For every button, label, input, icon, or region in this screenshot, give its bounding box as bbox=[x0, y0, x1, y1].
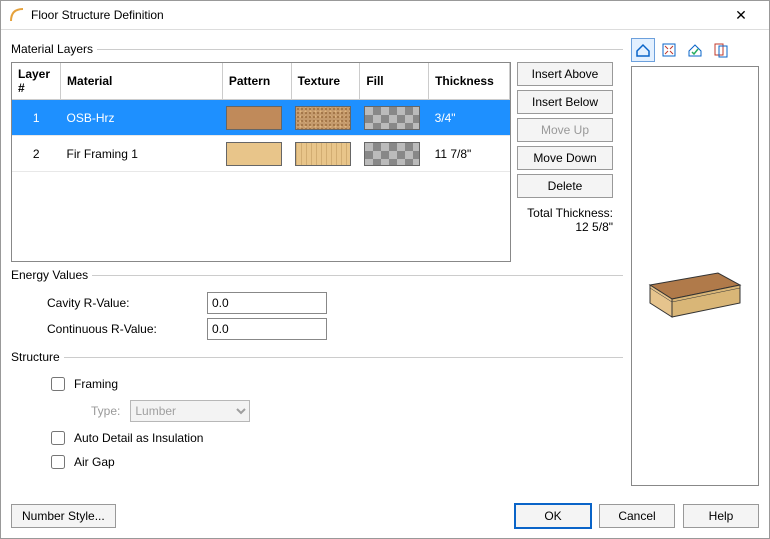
total-thickness-label: Total Thickness: bbox=[517, 206, 613, 220]
texture-swatch[interactable] bbox=[295, 106, 351, 130]
ok-button[interactable]: OK bbox=[515, 504, 591, 528]
col-texture[interactable]: Texture bbox=[291, 63, 360, 100]
col-layer[interactable]: Layer # bbox=[12, 63, 61, 100]
delete-button[interactable]: Delete bbox=[517, 174, 613, 198]
cancel-button[interactable]: Cancel bbox=[599, 504, 675, 528]
energy-legend: Energy Values bbox=[11, 268, 92, 282]
material-layers-legend: Material Layers bbox=[11, 42, 97, 56]
pattern-swatch[interactable] bbox=[226, 142, 282, 166]
auto-detail-checkbox[interactable] bbox=[51, 431, 65, 445]
cell-layer-num: 2 bbox=[12, 136, 61, 172]
fill-swatch[interactable] bbox=[364, 142, 420, 166]
preview-viewport[interactable] bbox=[631, 66, 759, 486]
framing-checkbox[interactable] bbox=[51, 377, 65, 391]
layers-table[interactable]: Layer # Material Pattern Texture Fill Th… bbox=[11, 62, 511, 262]
total-thickness-value: 12 5/8" bbox=[517, 220, 613, 234]
layers-icon bbox=[713, 42, 729, 58]
fill-swatch[interactable] bbox=[364, 106, 420, 130]
cavity-r-label: Cavity R-Value: bbox=[47, 296, 197, 310]
continuous-r-input[interactable] bbox=[207, 318, 327, 340]
energy-values-group: Energy Values Cavity R-Value: Continuous… bbox=[11, 268, 623, 344]
app-icon bbox=[9, 7, 25, 23]
preview-tool-fit[interactable] bbox=[657, 38, 681, 62]
close-button[interactable]: ✕ bbox=[721, 7, 761, 24]
floor-3d-preview bbox=[640, 267, 750, 327]
move-up-button[interactable]: Move Up bbox=[517, 118, 613, 142]
col-fill[interactable]: Fill bbox=[360, 63, 429, 100]
help-button[interactable]: Help bbox=[683, 504, 759, 528]
cell-material: Fir Framing 1 bbox=[61, 136, 223, 172]
house-icon bbox=[635, 42, 651, 58]
table-row[interactable]: 2 Fir Framing 1 11 7/8" bbox=[12, 136, 510, 172]
house-check-icon bbox=[687, 42, 703, 58]
type-label: Type: bbox=[91, 404, 120, 418]
insert-above-button[interactable]: Insert Above bbox=[517, 62, 613, 86]
move-down-button[interactable]: Move Down bbox=[517, 146, 613, 170]
cell-material: OSB-Hrz bbox=[61, 100, 223, 136]
number-style-button[interactable]: Number Style... bbox=[11, 504, 116, 528]
table-row[interactable]: 1 OSB-Hrz 3/4" bbox=[12, 100, 510, 136]
air-gap-checkbox[interactable] bbox=[51, 455, 65, 469]
auto-detail-label: Auto Detail as Insulation bbox=[74, 431, 203, 445]
col-material[interactable]: Material bbox=[61, 63, 223, 100]
structure-legend: Structure bbox=[11, 350, 64, 364]
fit-icon bbox=[661, 42, 677, 58]
cell-layer-num: 1 bbox=[12, 100, 61, 136]
continuous-r-label: Continuous R-Value: bbox=[47, 322, 197, 336]
material-layers-group: Material Layers Layer # Material Pattern… bbox=[11, 42, 623, 262]
preview-tool-layers[interactable] bbox=[709, 38, 733, 62]
structure-group: Structure Framing Type: Lumber Auto Deta… bbox=[11, 350, 623, 476]
insert-below-button[interactable]: Insert Below bbox=[517, 90, 613, 114]
titlebar: Floor Structure Definition ✕ bbox=[1, 1, 769, 30]
type-select[interactable]: Lumber bbox=[130, 400, 250, 422]
framing-label: Framing bbox=[74, 377, 118, 391]
window-title: Floor Structure Definition bbox=[31, 8, 721, 22]
air-gap-label: Air Gap bbox=[74, 455, 115, 469]
pattern-swatch[interactable] bbox=[226, 106, 282, 130]
cell-thickness: 3/4" bbox=[429, 100, 510, 136]
col-thickness[interactable]: Thickness bbox=[429, 63, 510, 100]
col-pattern[interactable]: Pattern bbox=[222, 63, 291, 100]
cell-thickness: 11 7/8" bbox=[429, 136, 510, 172]
texture-swatch[interactable] bbox=[295, 142, 351, 166]
preview-tool-house[interactable] bbox=[631, 38, 655, 62]
cavity-r-input[interactable] bbox=[207, 292, 327, 314]
preview-tool-check[interactable] bbox=[683, 38, 707, 62]
